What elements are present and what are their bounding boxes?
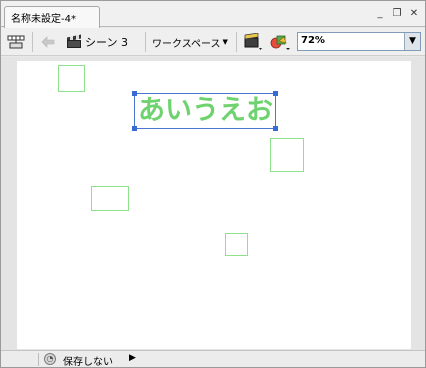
workspace-dropdown[interactable]: ワークスペース ▼	[152, 31, 228, 53]
status-divider	[38, 353, 39, 366]
edit-bar: シーン 3 ワークスペース ▼ 72% ▼	[1, 28, 425, 56]
save-status-icon: ◔	[44, 353, 56, 365]
selected-text-object[interactable]: あいうえお	[132, 91, 278, 131]
zoom-select[interactable]: 72% ▼	[297, 32, 421, 51]
document-tab-strip: 名称未設定-4* _ ❐ ✕	[1, 1, 425, 28]
green-rectangle[interactable]	[91, 186, 129, 211]
edit-symbols-icon	[270, 35, 290, 50]
stage-text: あいうえお	[138, 95, 273, 126]
edit-symbols-button[interactable]	[269, 31, 291, 53]
toolbar-separator	[32, 32, 33, 52]
scene-button[interactable]: シーン 3	[67, 31, 128, 53]
chevron-down-icon[interactable]: ▼	[404, 33, 420, 50]
zoom-value: 72%	[301, 35, 325, 46]
window-controls: _ ❐ ✕	[375, 8, 419, 19]
back-arrow-icon	[41, 36, 55, 48]
scene-clapper-icon	[67, 34, 81, 48]
resize-handle[interactable]	[273, 126, 278, 131]
document-window: 名称未設定-4* _ ❐ ✕ シーン 3 ワークスペース ▼ 72% ▼ あいう…	[0, 0, 426, 368]
edit-scene-button[interactable]	[243, 31, 263, 53]
workspace-label: ワークスペース	[152, 38, 221, 50]
scene-label: シーン 3	[85, 36, 128, 49]
green-rectangle[interactable]	[270, 138, 304, 172]
restore-button[interactable]: ❐	[392, 8, 402, 19]
stage-canvas[interactable]: あいうえお	[17, 61, 411, 349]
resize-handle[interactable]	[132, 126, 137, 131]
resize-handle[interactable]	[273, 91, 278, 96]
green-rectangle[interactable]	[225, 233, 248, 256]
document-tab[interactable]: 名称未設定-4*	[4, 6, 100, 28]
back-button[interactable]	[41, 31, 55, 53]
stage-area: あいうえお	[1, 57, 425, 350]
chevron-down-icon: ▼	[222, 38, 228, 46]
toolbar-separator	[236, 32, 237, 52]
close-button[interactable]: ✕	[409, 8, 419, 19]
document-tab-title: 名称未設定-4*	[11, 14, 76, 25]
play-arrow-icon[interactable]: ▶	[129, 353, 136, 363]
toolbar-separator	[145, 32, 146, 52]
timeline-icon	[7, 35, 25, 49]
timeline-toggle-button[interactable]	[7, 31, 25, 53]
edit-scene-icon	[244, 33, 262, 50]
green-rectangle[interactable]	[58, 65, 85, 92]
save-status-label: 保存しない	[63, 357, 113, 368]
resize-handle[interactable]	[132, 91, 137, 96]
minimize-button[interactable]: _	[375, 8, 385, 19]
status-bar: ◔ 保存しない ▶	[1, 350, 425, 368]
